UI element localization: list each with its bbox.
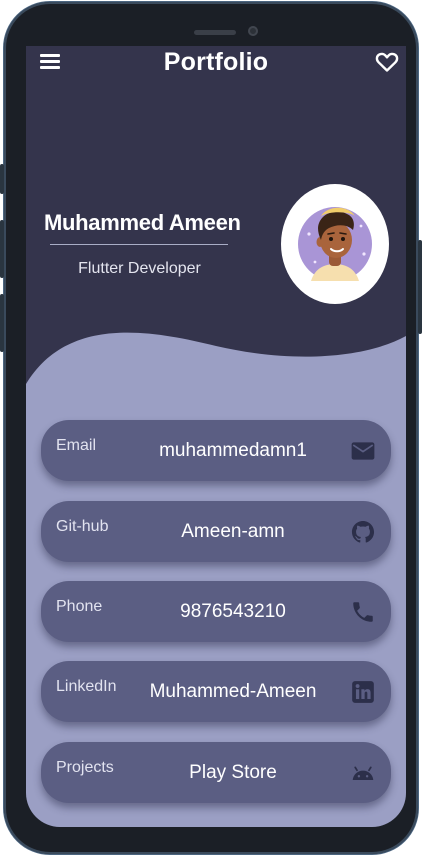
volume-up-button (0, 220, 4, 278)
android-icon (352, 766, 374, 781)
contact-card-phone[interactable]: Phone 9876543210 (41, 581, 391, 642)
card-value: Ameen-amn (181, 521, 285, 542)
contact-card-projects[interactable]: Projects Play Store (41, 742, 391, 803)
name-divider (50, 244, 228, 245)
avatar (281, 184, 389, 304)
volume-down-button (0, 294, 4, 352)
contact-card-email[interactable]: Email muhammedamn1 (41, 420, 391, 481)
mail-icon (351, 442, 375, 460)
app-title: Portfolio (163, 48, 269, 76)
mute-switch (0, 164, 4, 194)
card-label: Phone (56, 598, 103, 615)
card-label: Email (56, 437, 97, 454)
card-value: 9876543210 (180, 601, 286, 622)
github-icon (351, 520, 375, 543)
app-screen: Portfolio Muhammed Ameen Flutter Develop… (26, 46, 406, 827)
heart-icon[interactable] (374, 50, 400, 74)
contact-card-linkedin[interactable]: LinkedIn Muhammed-Ameen (41, 661, 391, 722)
card-label: Git-hub (56, 518, 109, 535)
card-value: muhammedamn1 (159, 440, 307, 461)
card-value: Play Store (189, 762, 277, 783)
card-label: Projects (56, 759, 114, 776)
phone-frame: Portfolio Muhammed Ameen Flutter Develop… (0, 2, 422, 854)
avatar-illustration (298, 207, 372, 281)
power-button (418, 240, 422, 334)
profile-role: Flutter Developer (78, 260, 201, 277)
linkedin-icon (352, 681, 374, 703)
contact-card-github[interactable]: Git-hub Ameen-amn (41, 501, 391, 562)
phone-icon (353, 602, 373, 622)
profile-name: Muhammed Ameen (44, 210, 241, 235)
card-value: Muhammed-Ameen (149, 681, 317, 702)
front-camera (248, 26, 258, 36)
card-label: LinkedIn (56, 678, 117, 695)
speaker-grille (194, 30, 236, 35)
